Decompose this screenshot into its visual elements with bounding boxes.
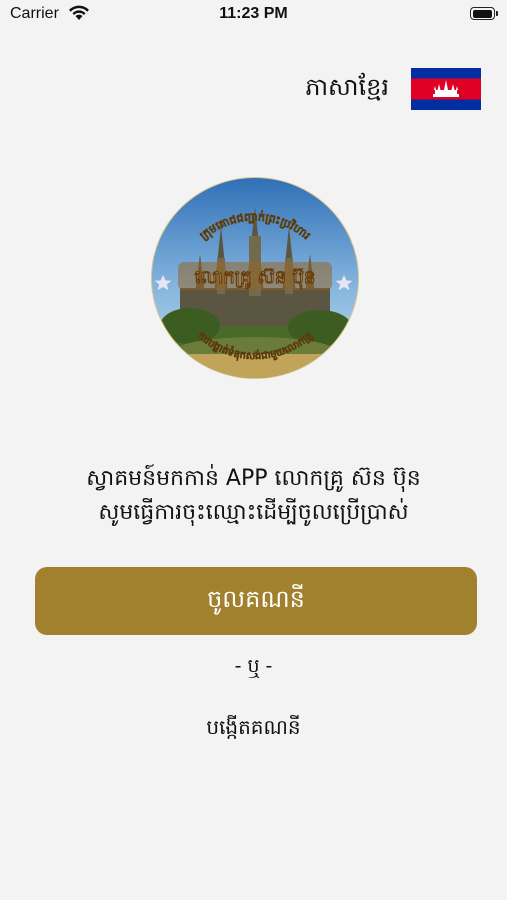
login-button[interactable]: ចូលគណនី [35,567,477,635]
or-divider: - ឬ - [234,655,273,677]
welcome-message: ស្វាគមន៍មកកាន់ APP លោកគ្រូ ស៊ន ប៊ុន សូមធ… [0,462,507,530]
clock: 11:23 PM [219,5,288,22]
battery-icon [470,7,498,20]
register-link[interactable]: បង្កើតគណនី [0,714,507,744]
cambodia-flag-icon[interactable] [411,68,481,110]
welcome-line-1: ស្វាគមន៍មកកាន់ APP លោកគ្រូ ស៊ន ប៊ុន [86,466,421,491]
language-label[interactable]: ភាសាខ្មែរ [305,72,389,107]
angkor-wat-logo-icon: លោកគ្រូ ស៊ន ប៊ុន ក្រុមគោជជញ្ជាក់ព្រះប្រវ… [151,177,359,379]
status-bar: Carrier 11:23 PM [0,0,507,30]
logo-center-text: លោកគ្រូ ស៊ន ប៊ុន [195,267,316,290]
battery-level [472,9,492,18]
language-selector[interactable]: ភាសាខ្មែរ [305,68,481,110]
app-logo: លោកគ្រូ ស៊ន ប៊ុន ក្រុមគោជជញ្ជាក់ព្រះប្រវ… [150,176,360,380]
welcome-line-2: សូមធ្វើការចុះឈ្មោះដើម្បីចូលប្រើប្រាស់ [98,500,409,525]
